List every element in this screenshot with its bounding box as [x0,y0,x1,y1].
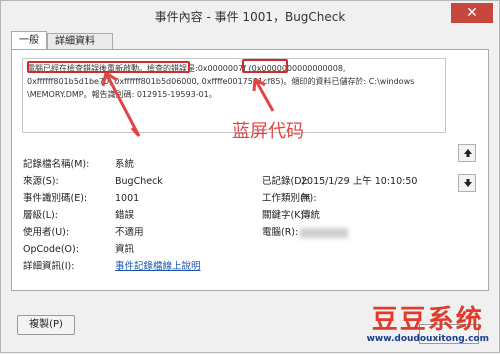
log-name-label: 記錄檔名稱(M): [23,159,90,170]
copy-button[interactable]: 複製(P) [17,315,75,335]
event-id-value: 1001 [115,193,140,204]
watermark-brand: 豆豆系统 [371,305,484,335]
annotation-label: 蓝屏代码 [232,121,304,142]
event-id-label: 事件識別碼(E): [23,193,88,204]
event-properties-window: 事件內容 - 事件 1001，BugCheck ✕ 一般 詳細資料 電腦已經在檢… [0,0,500,353]
log-name-value: 系統 [115,159,135,170]
computer-value-redacted [300,228,348,238]
logged-value: 2015/1/29 上午 10:10:50 [301,176,418,187]
source-label: 來源(S): [23,176,59,187]
keywords-value: 傳統 [301,210,321,221]
watermark-url: www.doudouxitong.com [366,334,489,344]
level-value: 錯誤 [115,210,135,221]
opcode-label: OpCode(O): [23,244,79,255]
more-info-label: 詳細資訊(I): [23,261,75,272]
user-value: 不適用 [115,227,144,238]
user-label: 使用者(U): [23,227,70,238]
keywords-label: 關鍵字(K): [262,210,308,221]
task-category-value: 無 [301,193,311,204]
more-info-link[interactable]: 事件記錄檔線上說明 [115,259,201,275]
watermark: 豆豆系统 www.doudouxitong.com [367,299,489,344]
task-category-label: 工作類別(Y): [262,193,317,204]
level-label: 層級(L): [23,210,58,221]
source-value: BugCheck [115,176,163,187]
opcode-value: 資訊 [115,244,135,255]
